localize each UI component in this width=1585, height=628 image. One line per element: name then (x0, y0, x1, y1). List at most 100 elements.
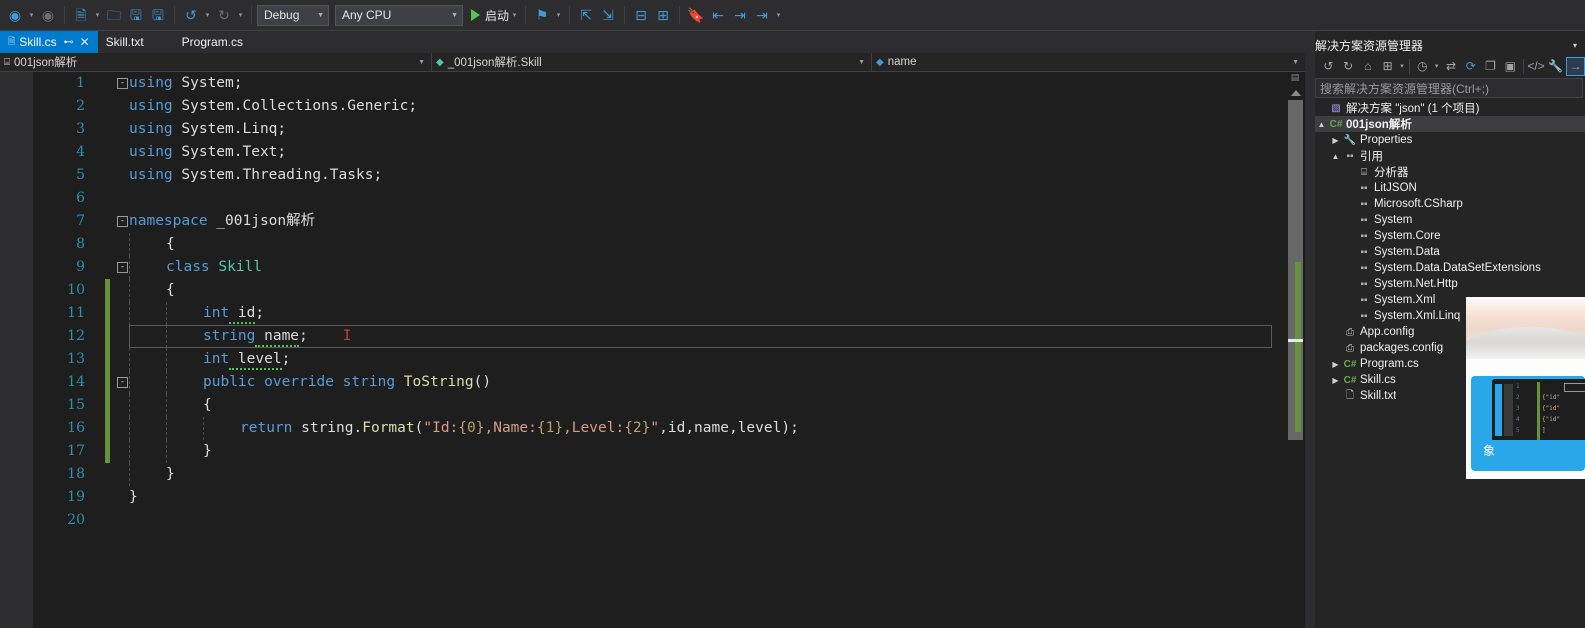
solution-configuration-combo[interactable]: Debug ▼ (257, 4, 329, 26)
tree-item[interactable]: ▶ 🔧 Properties (1315, 132, 1585, 148)
code-line[interactable]: 16 return string.Format("Id:{0},Name:{1},… (33, 417, 1280, 440)
start-debug-button[interactable]: 启动 (469, 4, 509, 26)
collapse-all-icon[interactable]: ❐ (1481, 57, 1500, 76)
show-all-files-icon[interactable]: ▣ (1501, 57, 1520, 76)
navbar-project-dropdown[interactable]: ⌸ 001json解析 ▼ (0, 52, 432, 72)
open-file-icon[interactable]: 🗀 (103, 4, 125, 26)
tab-skill-txt[interactable]: Skill.txt (97, 31, 152, 53)
solution-platform-combo[interactable]: Any CPU ▼ (335, 4, 463, 26)
attach-dropdown-caret[interactable]: ▾ (553, 4, 564, 26)
arrow-back-icon[interactable]: ◉ (4, 4, 26, 26)
code-line[interactable]: 20 (33, 509, 1280, 532)
redo-icon[interactable]: ↻ (213, 4, 235, 26)
redo-dropdown-caret[interactable]: ▾ (235, 4, 246, 26)
save-all-icon[interactable]: 🖫 (147, 4, 169, 26)
undo-icon[interactable]: ↺ (180, 4, 202, 26)
code-line[interactable]: 15 { (33, 394, 1280, 417)
tree-item[interactable]: ▲ C# 001json解析 (1315, 116, 1585, 132)
code-line[interactable]: 3 using System.Linq; (33, 118, 1280, 141)
code-line[interactable]: 5 using System.Threading.Tasks; (33, 164, 1280, 187)
tree-item[interactable]: ▪▪ System.Data.DataSetExtensions (1315, 260, 1585, 276)
tree-item[interactable]: ▧ 解决方案 "json" (1 个项目) (1315, 100, 1585, 116)
chevron-down-icon[interactable]: ▾ (1433, 62, 1441, 70)
floating-thumbnail-overlay[interactable]: 1 2 3 4 5 {"id" {"id" {"id" ] 象 (1466, 297, 1585, 479)
tree-item[interactable]: ▪▪ System.Core (1315, 228, 1585, 244)
fold-toggle-icon[interactable]: - (117, 377, 128, 388)
tab-skill-cs[interactable]: 🗎 Skill.cs ⊷ ✕ (0, 31, 98, 53)
properties-icon[interactable]: 🔧 (1546, 57, 1565, 76)
tree-item[interactable]: ▪▪ System.Net.Http (1315, 276, 1585, 292)
code-line[interactable]: 18} (33, 463, 1280, 486)
expander-icon[interactable]: ▶ (1329, 136, 1342, 145)
toolbar-overflow-caret[interactable]: ▾ (773, 4, 784, 26)
start-dropdown-caret[interactable]: ▾ (509, 4, 520, 26)
code-line[interactable]: 17} (33, 440, 1280, 463)
comment-icon[interactable]: ⊟ (630, 4, 652, 26)
expander-icon[interactable]: ▲ (1315, 120, 1328, 129)
uncomment-icon[interactable]: ⊞ (652, 4, 674, 26)
solution-explorer-search-box[interactable]: 搜索解决方案资源管理器(Ctrl+;) (1315, 78, 1583, 98)
split-view-icon[interactable]: ▤ (1287, 72, 1303, 88)
code-line[interactable]: 2 using System.Collections.Generic; (33, 95, 1280, 118)
step-into-icon[interactable]: ⇱ (575, 4, 597, 26)
undo-dropdown-caret[interactable]: ▾ (202, 4, 213, 26)
expander-icon[interactable]: ▶ (1329, 376, 1342, 385)
code-line[interactable]: 13 int level; (33, 348, 1280, 371)
preview-selected-items-icon[interactable]: → (1566, 56, 1585, 76)
close-icon[interactable]: ✕ (80, 35, 90, 49)
step-over-icon[interactable]: ⇲ (597, 4, 619, 26)
fold-toggle-icon[interactable]: - (117, 216, 128, 227)
tree-item[interactable]: ▲ ▪▪ 引用 (1315, 148, 1585, 164)
home-icon[interactable]: ⌂ (1359, 57, 1378, 76)
code-line[interactable]: 11 int id; (33, 302, 1280, 325)
chevron-down-icon[interactable]: ▾ (1573, 41, 1585, 50)
back-dropdown-caret[interactable]: ▾ (26, 4, 37, 26)
back-icon[interactable]: ↺ (1319, 57, 1338, 76)
indent-guide (166, 394, 167, 417)
code-line[interactable]: 19} (33, 486, 1280, 509)
attach-process-icon[interactable]: ⚑ (531, 4, 553, 26)
pending-changes-icon[interactable]: ◷ (1413, 57, 1432, 76)
next-bookmark-icon[interactable]: ⇥ (729, 4, 751, 26)
code-line[interactable]: 12 string name; I (33, 325, 1280, 348)
forward-icon[interactable]: ↻ (1339, 57, 1358, 76)
bookmark-icon[interactable]: 🔖 (685, 4, 707, 26)
refresh-circle-icon[interactable]: ⟳ (1461, 57, 1480, 76)
view-code-icon[interactable]: </> (1527, 57, 1546, 76)
refresh-icon[interactable]: ⇄ (1442, 57, 1461, 76)
tree-item[interactable]: ⌸ 分析器 (1315, 164, 1585, 180)
code-line[interactable]: 14 - public override string ToString() (33, 371, 1280, 394)
prev-bookmark-icon[interactable]: ⇤ (707, 4, 729, 26)
tree-item[interactable]: ▪▪ System.Data (1315, 244, 1585, 260)
code-line[interactable]: 7 - namespace _001json解析 (33, 210, 1280, 233)
code-text-area[interactable]: 1- using System; 2 using System.Collections… (33, 72, 1280, 628)
code-line[interactable]: 10 { (33, 279, 1280, 302)
indent-guide (129, 440, 130, 463)
arrow-forward-icon[interactable]: ◉ (37, 4, 59, 26)
scroll-up-arrow-icon[interactable] (1291, 90, 1301, 96)
expander-icon[interactable]: ▲ (1329, 152, 1342, 161)
save-icon[interactable]: 🖫 (125, 4, 147, 26)
navbar-type-dropdown[interactable]: ◆ _001json解析.Skill ▼ (432, 52, 872, 72)
tab-program-cs[interactable]: Program.cs (173, 31, 252, 53)
clear-bookmark-icon[interactable]: ⇥ (751, 4, 773, 26)
tree-item[interactable]: ▪▪ Microsoft.CSharp (1315, 196, 1585, 212)
fold-toggle-icon[interactable]: - (117, 78, 128, 89)
sync-with-active-document-icon[interactable]: ⊞ (1378, 57, 1397, 76)
code-line[interactable]: 6 (33, 187, 1280, 210)
code-line[interactable]: 8{ (33, 233, 1280, 256)
editor-vertical-scrollbar[interactable]: ▤ (1280, 72, 1305, 628)
new-dropdown-caret[interactable]: ▾ (92, 4, 103, 26)
code-line[interactable]: 1 - using System; (33, 72, 1280, 95)
expander-icon[interactable]: ▶ (1329, 360, 1342, 369)
fold-toggle-icon[interactable]: - (117, 262, 128, 273)
navbar-member-dropdown[interactable]: ◆ name ▼ (872, 53, 1305, 72)
pin-icon[interactable]: ⊷ (64, 37, 74, 48)
new-project-icon[interactable]: 🗎 (70, 4, 92, 26)
tree-item[interactable]: ▪▪ System (1315, 212, 1585, 228)
code-editor[interactable]: 1- using System; 2 using System.Collections… (0, 72, 1305, 628)
chevron-down-icon[interactable]: ▾ (1398, 62, 1406, 70)
code-line[interactable]: 4 using System.Text; (33, 141, 1280, 164)
tree-item[interactable]: ▪▪ LitJSON (1315, 180, 1585, 196)
code-line[interactable]: 9 - class Skill (33, 256, 1280, 279)
